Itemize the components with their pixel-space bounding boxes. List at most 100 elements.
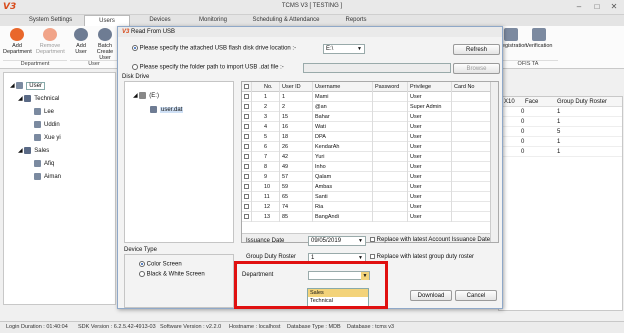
batch-create-user-button[interactable]: Batch Create User (92, 28, 118, 61)
tab-devices[interactable]: Devices (138, 15, 182, 26)
tree-root[interactable]: ◢ User (4, 81, 115, 91)
drive-node[interactable]: ◢ (E:) (133, 92, 159, 99)
row-checkbox[interactable] (242, 162, 252, 172)
issuance-date-input[interactable]: 09/05/2019 ▼ (308, 236, 366, 246)
row-checkbox[interactable] (242, 122, 252, 132)
tab-system-settings[interactable]: System Settings (18, 15, 83, 26)
add-department-button[interactable]: Add Department (3, 28, 32, 55)
table-row[interactable]: 9 57 Qalam User (242, 172, 498, 182)
vertical-scrollbar[interactable] (490, 82, 498, 242)
row-checkbox[interactable] (242, 172, 252, 182)
table-row[interactable]: 4 16 Wati User (242, 122, 498, 132)
table-cell (452, 192, 492, 202)
table-cell: Bahar (313, 112, 373, 122)
tree-user-xue-yi[interactable]: Xue yi (4, 133, 115, 143)
tab-monitoring[interactable]: Monitoring (190, 15, 236, 26)
folder-path-input[interactable] (303, 63, 451, 73)
row-checkbox[interactable] (242, 202, 252, 212)
bw-screen-option[interactable]: Black & White Screen (139, 271, 205, 278)
drive-select[interactable]: E:\ ▼ (323, 44, 365, 54)
table-cell (373, 182, 408, 192)
browse-button[interactable]: Browse (453, 63, 500, 74)
row-checkbox[interactable] (242, 92, 252, 102)
row-checkbox[interactable] (242, 192, 252, 202)
usb-user-grid-header: No. User ID Username Password Privilege … (242, 82, 498, 92)
download-button[interactable]: Download (410, 290, 452, 301)
tree-user-lee[interactable]: Lee (4, 107, 115, 117)
color-screen-radio[interactable] (139, 261, 145, 267)
table-row[interactable]: 3 15 Bahar User (242, 112, 498, 122)
tree-user-aiman[interactable]: Aiman (4, 172, 115, 182)
select-all-checkbox[interactable] (242, 82, 252, 92)
usb-drive-option[interactable]: Please specify the attached USB flash di… (132, 45, 332, 52)
usb-drive-radio[interactable] (132, 45, 138, 51)
row-checkbox[interactable] (242, 132, 252, 142)
color-screen-option[interactable]: Color Screen (139, 261, 182, 268)
row-checkbox[interactable] (242, 102, 252, 112)
table-row[interactable]: 11 65 Santi User (242, 192, 498, 202)
table-cell: User (408, 132, 452, 142)
add-user-button[interactable]: Add User (70, 28, 92, 55)
table-row[interactable]: 01 (499, 117, 622, 127)
table-cell: User (408, 92, 452, 102)
table-cell: 65 (280, 192, 313, 202)
group-label-department: Department (3, 60, 67, 68)
table-cell: 3 (262, 112, 280, 122)
registration-icon (504, 28, 518, 41)
table-row[interactable]: 6 26 KendarAh User (242, 142, 498, 152)
tree-user-afiq[interactable]: Afiq (4, 159, 115, 169)
table-row[interactable]: 01 (499, 107, 622, 117)
remove-department-button[interactable]: Remove Department (36, 28, 65, 55)
tab-users[interactable]: Users (84, 15, 130, 26)
row-checkbox[interactable] (242, 142, 252, 152)
table-cell (452, 102, 492, 112)
file-node[interactable]: user.dat (150, 106, 184, 114)
table-row[interactable]: 12 74 Ria User (242, 202, 498, 212)
department-icon (24, 94, 32, 102)
cancel-button[interactable]: Cancel (455, 290, 497, 301)
table-cell (373, 122, 408, 132)
tab-reports[interactable]: Reports (334, 15, 378, 26)
row-checkbox[interactable] (242, 152, 252, 162)
bw-screen-radio[interactable] (139, 271, 145, 277)
table-row[interactable]: 13 85 BangAndi User (242, 212, 498, 222)
table-cell (373, 142, 408, 152)
tab-scheduling-attendance[interactable]: Scheduling & Attendance (246, 15, 326, 26)
table-cell: User (408, 112, 452, 122)
table-row[interactable]: 05 (499, 127, 622, 137)
plus-icon (10, 28, 24, 41)
minimize-icon[interactable]: – (571, 1, 587, 13)
replace-roster-checkbox[interactable]: Replace with latest group duty roster (370, 254, 474, 260)
folder-path-radio[interactable] (132, 64, 138, 70)
folder-path-option[interactable]: Please specify the folder path to import… (132, 64, 332, 71)
close-icon[interactable]: ✕ (606, 1, 622, 13)
table-cell: 11 (262, 192, 280, 202)
verification-button[interactable]: Verification (524, 28, 554, 49)
table-row[interactable]: 2 2 @an Super Admin (242, 102, 498, 112)
issuance-date-label: Issuance Date (246, 238, 285, 244)
tree-dept-sales[interactable]: ◢ Sales (4, 146, 115, 156)
table-cell: 12 (262, 202, 280, 212)
user-icon (34, 159, 41, 167)
table-row[interactable]: 1 1 Mami User (242, 92, 498, 102)
table-row[interactable]: 8 49 Inho User (242, 162, 498, 172)
maximize-icon[interactable]: □ (589, 1, 605, 13)
tree-dept-technical[interactable]: ◢ Technical (4, 94, 115, 104)
refresh-button[interactable]: Refresh (453, 44, 500, 55)
row-checkbox[interactable] (242, 112, 252, 122)
table-cell: 10 (262, 182, 280, 192)
table-cell: 4 (262, 122, 280, 132)
row-checkbox[interactable] (242, 212, 252, 222)
table-cell: Ambas (313, 182, 373, 192)
table-row[interactable]: 7 42 Yuri User (242, 152, 498, 162)
table-row[interactable]: 10 59 Ambas User (242, 182, 498, 192)
table-row[interactable]: 01 (499, 137, 622, 147)
table-row[interactable]: 01 (499, 147, 622, 157)
status-hostname: Hostname : localhost (229, 324, 281, 330)
table-cell (452, 142, 492, 152)
table-row[interactable]: 5 18 DPA User (242, 132, 498, 142)
row-checkbox[interactable] (242, 182, 252, 192)
table-cell (452, 122, 492, 132)
tree-user-uddin[interactable]: Uddin (4, 120, 115, 130)
replace-issuance-checkbox[interactable]: Replace with latest Account Issuance Dat… (370, 237, 490, 243)
